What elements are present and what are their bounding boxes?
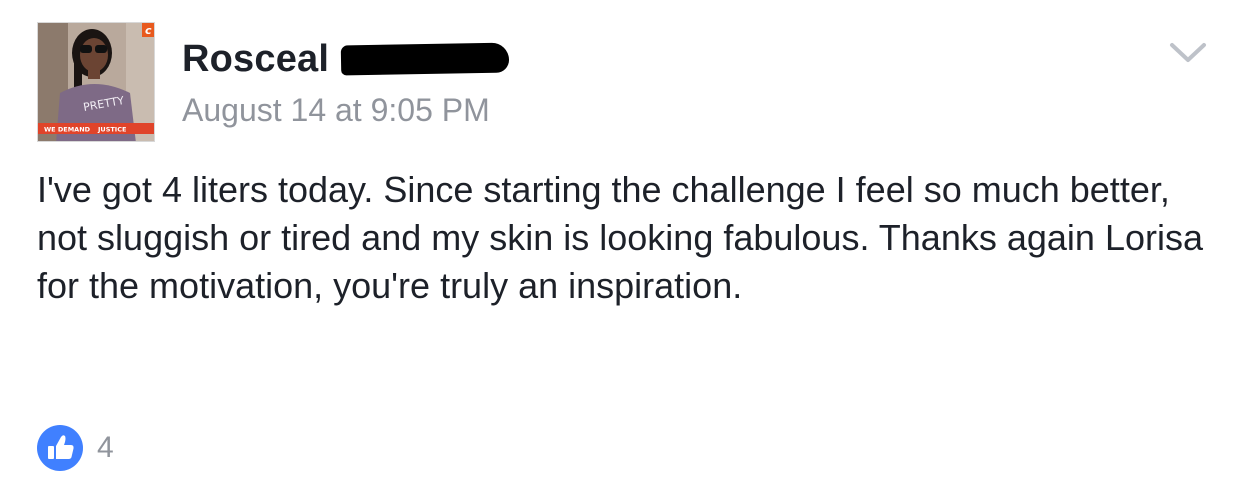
- avatar-logo-letter: c: [145, 24, 152, 37]
- avatar-banner-text-1: WE DEMAND: [44, 126, 91, 134]
- post-timestamp[interactable]: August 14 at 9:05 PM: [182, 92, 490, 129]
- chevron-down-icon[interactable]: [1168, 40, 1208, 66]
- name-redaction: [340, 42, 510, 76]
- author-avatar[interactable]: PRETTY WE DEMAND JUSTICE c: [37, 22, 155, 142]
- author-name[interactable]: Rosceal: [182, 38, 329, 81]
- facebook-post: PRETTY WE DEMAND JUSTICE c Rosceal Augus…: [0, 0, 1242, 477]
- avatar-photo: PRETTY WE DEMAND JUSTICE c: [38, 23, 154, 141]
- thumbs-up-icon[interactable]: [37, 425, 83, 471]
- post-text: I've got 4 liters today. Since starting …: [37, 169, 1203, 306]
- reactions-bar[interactable]: 4: [37, 425, 114, 471]
- post-author: Rosceal: [182, 34, 510, 84]
- avatar-banner-text-2: JUSTICE: [97, 126, 126, 134]
- like-count: 4: [97, 431, 114, 464]
